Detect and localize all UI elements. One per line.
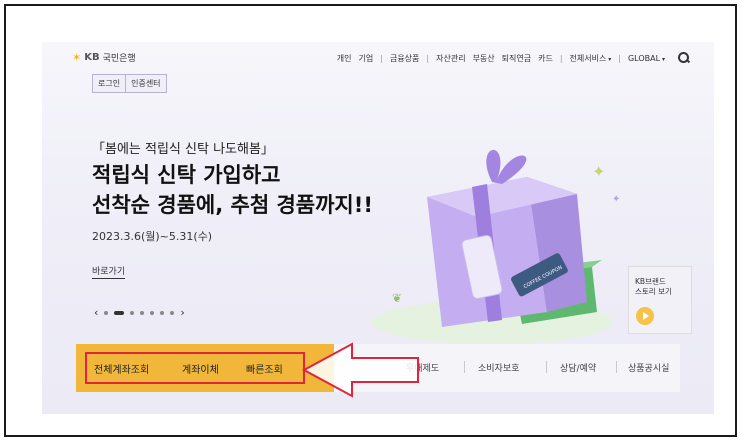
pager-dot[interactable] <box>150 310 155 315</box>
pager-dot[interactable] <box>104 310 109 315</box>
play-icon[interactable] <box>636 307 654 325</box>
nav-asset[interactable]: 자산관리 <box>436 53 465 64</box>
banner-pager: ‹ › <box>94 306 185 319</box>
nav-divider: | <box>618 53 621 63</box>
search-icon[interactable] <box>678 52 690 64</box>
brand-story-line2: 스토리 보기 <box>635 287 672 296</box>
all-accounts-button[interactable]: 전체계좌조회 <box>94 361 149 376</box>
next-arrow-icon[interactable]: › <box>180 306 184 319</box>
divider <box>616 361 617 373</box>
product-disclosure-link[interactable]: 상품공시실 <box>628 361 669 374</box>
nav-card[interactable]: 카드 <box>538 53 553 64</box>
sparkle-icon: ✦ <box>612 194 620 205</box>
brand-story-text: KB브랜드 스토리 보기 <box>635 277 672 297</box>
pager-dot[interactable] <box>130 310 135 315</box>
kb-logo[interactable]: ✶ KB 국민은행 <box>72 51 136 64</box>
cert-center-button[interactable]: 인증센터 <box>126 74 167 93</box>
hero-headline: 적립식 신탁 가입하고 선착순 경품에, 추첨 경품까지!! <box>92 160 373 220</box>
brand-story-card[interactable]: KB브랜드 스토리 보기 <box>628 266 692 334</box>
consult-reservation-link[interactable]: 상담/예약 <box>560 361 596 374</box>
logo-kb: KB <box>84 52 100 63</box>
divider <box>464 361 465 373</box>
nav-global[interactable]: GLOBAL <box>628 54 665 63</box>
brand-story-line1: KB브랜드 <box>635 277 666 286</box>
pager-dot-active[interactable] <box>114 310 125 315</box>
consumer-protection-link[interactable]: 소비자보호 <box>478 361 519 374</box>
nav-realestate[interactable]: 부동산 <box>473 53 495 64</box>
annotation-arrow <box>301 342 419 398</box>
login-group: 로그인 인증센터 <box>92 74 167 93</box>
nav-products[interactable]: 금융상품 <box>390 53 419 64</box>
prev-arrow-icon[interactable]: ‹ <box>94 306 98 319</box>
hero-subtitle: 「봄에는 적립식 신탁 나도해봄」 <box>92 142 274 157</box>
nav-divider: | <box>426 53 430 63</box>
headline-line-1: 적립식 신탁 가입하고 <box>92 163 281 187</box>
nav-all-services[interactable]: 전체서비스 <box>570 53 612 64</box>
pager-dot[interactable] <box>170 310 175 315</box>
left-arrow-icon <box>301 342 419 398</box>
pager-dot[interactable] <box>140 310 145 315</box>
nav-pension[interactable]: 퇴직연금 <box>502 53 531 64</box>
screenshot-frame: ✶ KB 국민은행 개인 기업 | 금융상품 | 자산관리 부동산 퇴직연금 카… <box>4 4 737 437</box>
login-button[interactable]: 로그인 <box>92 74 127 93</box>
sparkle-icon: ✦ <box>592 162 605 181</box>
headline-line-2: 선착순 경품에, 추첨 경품까지!! <box>92 193 373 217</box>
divider <box>546 361 547 373</box>
gift-box-illustration: COFFEE COUPON ✦ ✦ ❦ <box>372 149 620 344</box>
nav-divider: | <box>380 53 383 63</box>
top-nav: 개인 기업 | 금융상품 | 자산관리 부동산 퇴직연금 카드 | 전체서비스 … <box>337 52 690 64</box>
nav-divider: | <box>559 53 563 63</box>
logo-text: 국민은행 <box>102 54 136 64</box>
kb-homepage: ✶ KB 국민은행 개인 기업 | 금융상품 | 자산관리 부동산 퇴직연금 카… <box>42 42 714 414</box>
sprout-icon: ❦ <box>392 291 402 305</box>
transfer-button[interactable]: 계좌이체 <box>182 361 219 376</box>
quick-inquiry-button[interactable]: 빠른조회 <box>246 361 283 376</box>
nav-personal[interactable]: 개인 <box>337 53 352 64</box>
pager-dot[interactable] <box>160 310 165 315</box>
kb-star-icon: ✶ <box>72 51 82 64</box>
event-period: 2023.3.6(월)~5.31(수) <box>92 230 213 243</box>
nav-business[interactable]: 기업 <box>359 53 374 64</box>
shortcut-link[interactable]: 바로가기 <box>92 264 126 279</box>
